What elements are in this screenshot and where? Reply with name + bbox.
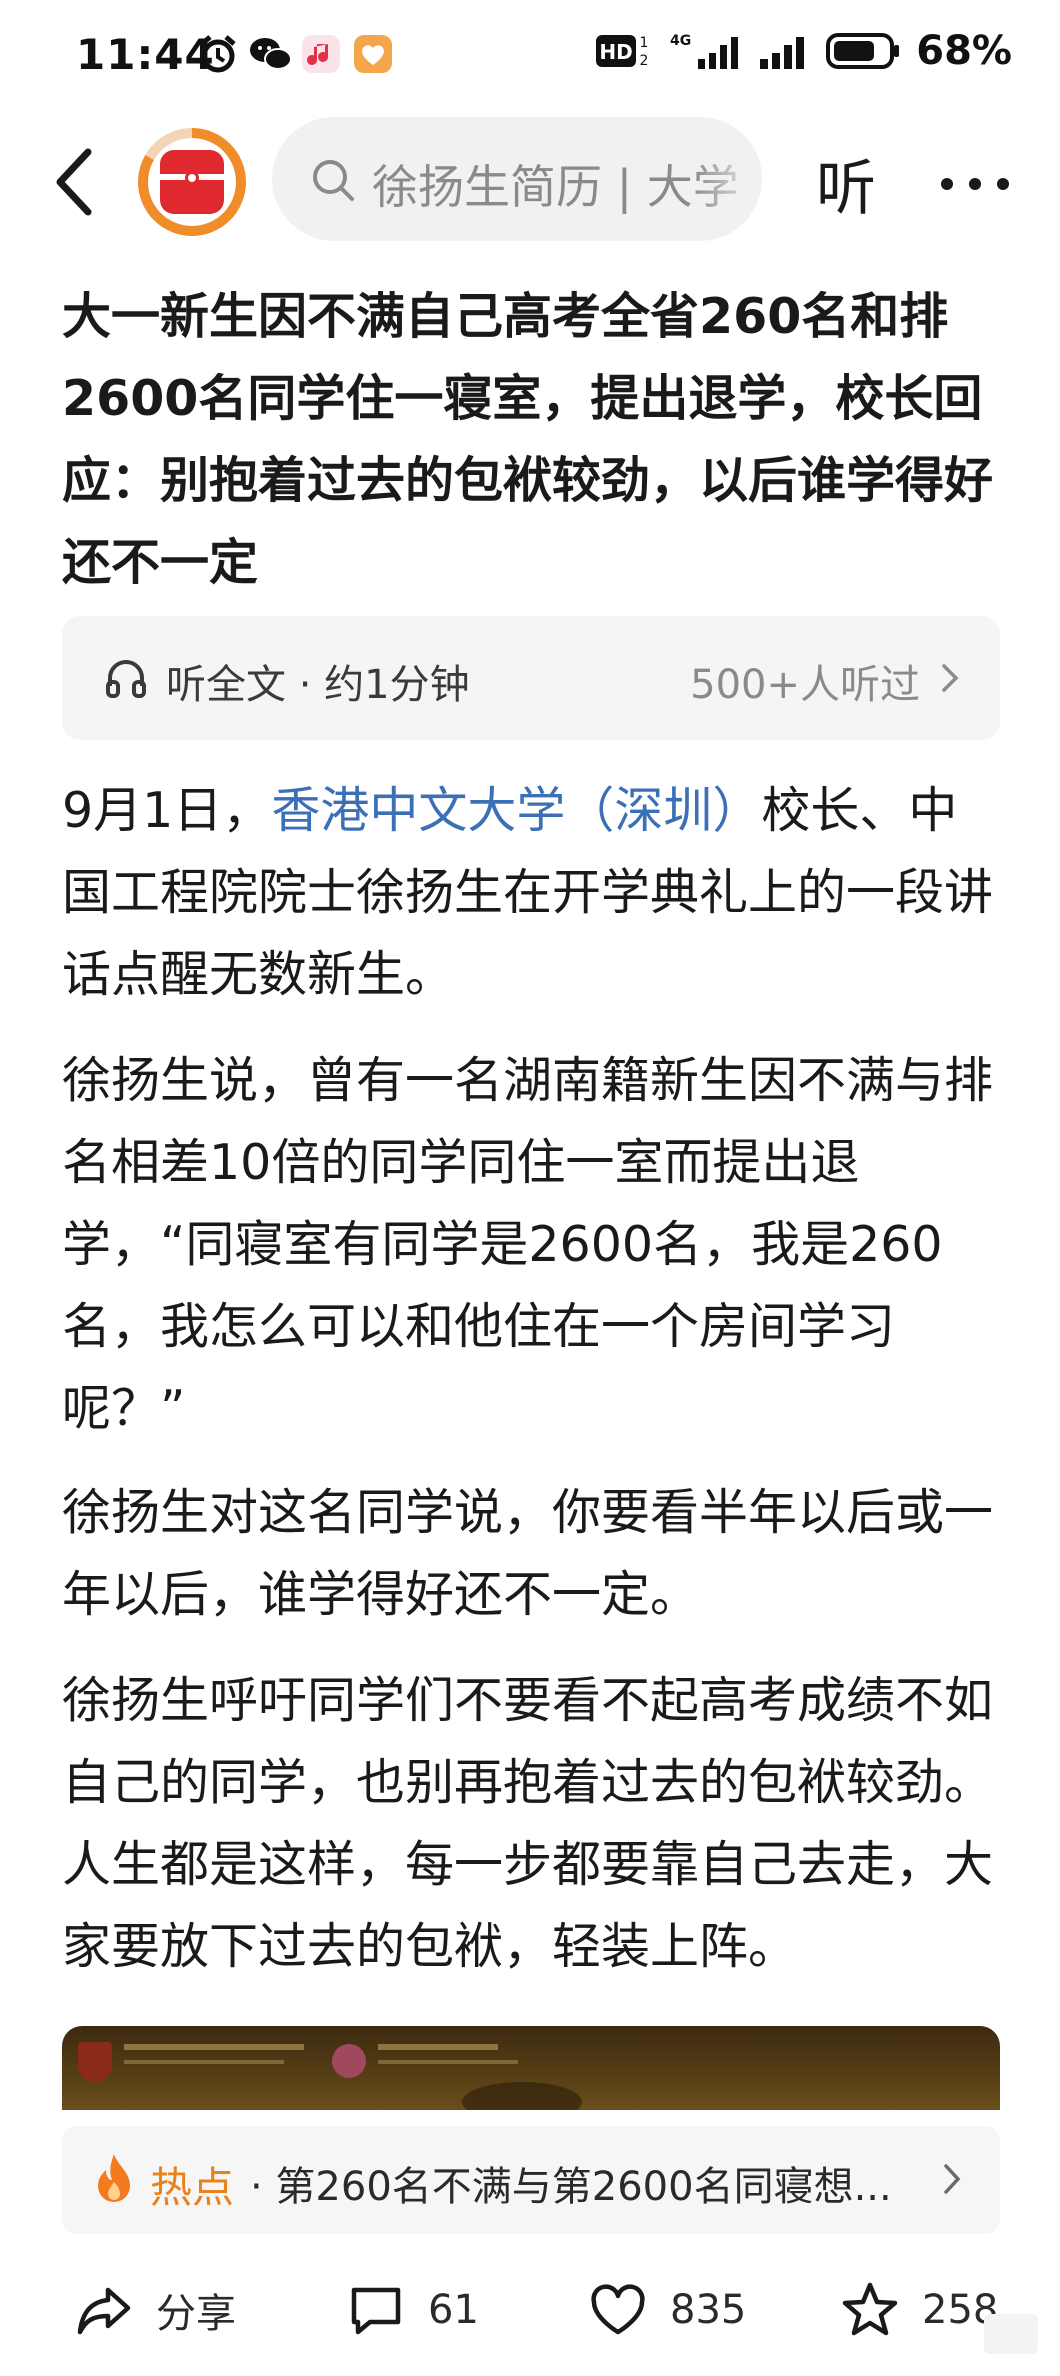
svg-text:HD: HD bbox=[600, 40, 633, 64]
share-button[interactable]: 分享 bbox=[74, 2272, 236, 2348]
search-query: 徐扬生简历 | 大学 bbox=[372, 160, 739, 214]
back-arrow-icon bbox=[56, 148, 92, 216]
article-image[interactable] bbox=[62, 2026, 1000, 2110]
listen-count: 500+人听过 bbox=[690, 662, 920, 708]
search-icon bbox=[313, 160, 354, 201]
alarm-icon bbox=[196, 32, 240, 76]
music-app-icon bbox=[298, 32, 344, 76]
school-emblem-icon bbox=[332, 2044, 366, 2078]
signal-icon bbox=[758, 31, 812, 71]
headphone-icon bbox=[106, 660, 146, 698]
status-bar: 11:44 HD 1 2 4G 68% bbox=[0, 0, 1060, 110]
hd-icon: HD 1 2 bbox=[596, 31, 654, 71]
page-corner-mark bbox=[984, 2314, 1038, 2354]
paragraph-2: 徐扬生说，曾有一名湖南籍新生因不满与排名相差10倍的同学同住一室而提出退学，“同… bbox=[62, 1052, 994, 1437]
paragraph-1: 9月1日，香港中文大学（深圳）校长、中国工程院院士徐扬生在开学典礼上的一段讲话点… bbox=[62, 770, 1002, 1016]
listen-label: 听全文 · 约1分钟 bbox=[166, 662, 470, 708]
comment-button[interactable]: 61 bbox=[346, 2272, 479, 2348]
like-count: 835 bbox=[670, 2287, 747, 2333]
university-crest-icon bbox=[78, 2042, 112, 2082]
bottom-action-bar: 分享 61 835 258 bbox=[0, 2250, 1060, 2376]
heart-app-icon bbox=[350, 32, 396, 76]
hot-topic-text: · 第260名不满与第2600名同寝想... bbox=[250, 2164, 892, 2210]
status-time: 11:44 bbox=[76, 30, 215, 79]
svg-text:2: 2 bbox=[640, 53, 649, 69]
back-button[interactable] bbox=[48, 146, 108, 218]
app-logo[interactable] bbox=[138, 128, 246, 236]
like-button[interactable]: 835 bbox=[588, 2272, 746, 2348]
chevron-right-icon bbox=[942, 664, 959, 692]
status-right: HD 1 2 4G 68% bbox=[596, 28, 1012, 74]
chevron-right-icon bbox=[944, 2164, 961, 2194]
search-bar[interactable]: 徐扬生简历 | 大学 bbox=[272, 117, 762, 241]
hot-label: 热点 bbox=[150, 2163, 235, 2212]
share-icon bbox=[77, 2287, 131, 2335]
more-dots-icon bbox=[941, 178, 1009, 190]
signal-4g-icon: 4G bbox=[668, 31, 744, 71]
svg-text:1: 1 bbox=[640, 35, 649, 51]
fire-icon bbox=[98, 2154, 130, 2202]
battery-icon bbox=[826, 31, 902, 71]
university-link[interactable]: 香港中文大学（深圳） bbox=[271, 782, 761, 839]
paragraph-4: 徐扬生呼吁同学们不要看不起高考成绩不如自己的同学，也别再抱着过去的包袱较劲。人生… bbox=[62, 1672, 994, 1975]
p1-prefix: 9月1日， bbox=[62, 782, 272, 839]
wechat-icon bbox=[246, 32, 296, 76]
svg-text:4G: 4G bbox=[670, 33, 691, 49]
favorite-button[interactable]: 258 bbox=[840, 2272, 998, 2348]
heart-icon bbox=[591, 2284, 645, 2335]
battery-percent: 68% bbox=[916, 28, 1012, 74]
top-nav: 徐扬生简历 | 大学 听 bbox=[0, 110, 1060, 250]
share-label: 分享 bbox=[156, 2291, 236, 2337]
listen-button[interactable]: 听 bbox=[816, 140, 876, 227]
more-button[interactable] bbox=[940, 176, 1010, 190]
comment-count: 61 bbox=[428, 2287, 479, 2333]
article-title: 大一新生因不满自己高考全省260名和排2600名同学住一寝室，提出退学，校长回应… bbox=[62, 288, 994, 591]
star-icon bbox=[842, 2282, 898, 2336]
comment-icon bbox=[351, 2287, 401, 2335]
paragraph-3: 徐扬生对这名同学说，你要看半年以后或一年以后，谁学得好还不一定。 bbox=[62, 1484, 994, 1623]
hot-topic-bar[interactable]: 热点 · 第260名不满与第2600名同寝想... bbox=[62, 2126, 1000, 2234]
listen-full-text-bar[interactable]: 听全文 · 约1分钟 500+人听过 bbox=[62, 616, 1000, 740]
